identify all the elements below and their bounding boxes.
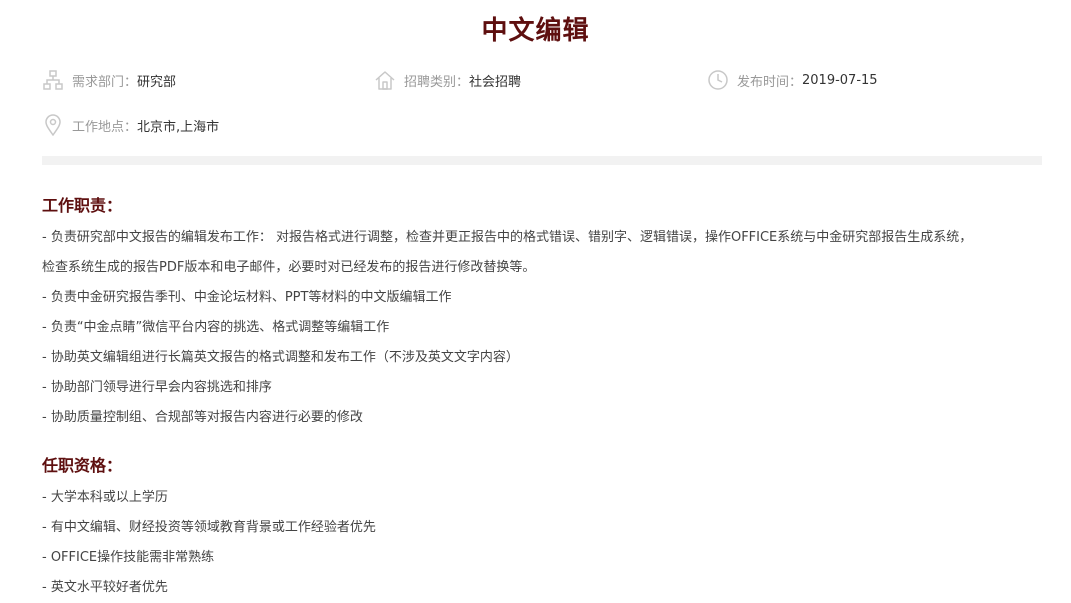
house-icon (375, 71, 395, 90)
duty-item: - 协助质量控制组、合规部等对报告内容进行必要的修改 (42, 410, 363, 425)
requirement-item: - 英文水平较好者优先 (42, 580, 168, 595)
department-value: 研究部 (137, 74, 177, 90)
department-label: 需求部门： (72, 74, 138, 90)
duty-item: - 协助英文编辑组进行长篇英文报告的格式调整和发布工作（不涉及英文文字内容） (42, 350, 519, 365)
duty-item: 检查系统生成的报告PDF版本和电子邮件，必要时对已经发布的报告进行修改替换等。 (42, 260, 536, 275)
requirement-item: - OFFICE操作技能需非常熟练 (42, 550, 215, 565)
category-value: 社会招聘 (469, 74, 522, 90)
location-pin-icon (45, 114, 61, 136)
job-title: 中文编辑 (481, 16, 590, 46)
date-value: 2019-07-15 (802, 72, 878, 88)
requirement-item: - 有中文编辑、财经投资等领域教育背景或工作经验者优先 (42, 520, 376, 535)
duty-item: - 协助部门领导进行早会内容挑选和排序 (42, 380, 272, 395)
duty-item: - 负责研究部中文报告的编辑发布工作： 对报告格式进行调整，检查并更正报告中的格… (42, 230, 973, 245)
section-divider (42, 156, 1042, 165)
duty-item: - 负责中金研究报告季刊、中金论坛材料、PPT等材料的中文版编辑工作 (42, 290, 452, 305)
requirement-item: - 大学本科或以上学历 (42, 490, 168, 505)
meta-location: 工作地点： 北京市,上海市 (42, 113, 219, 137)
location-label: 工作地点： (72, 119, 138, 135)
date-label: 发布时间： (737, 74, 803, 90)
requirements-heading: 任职资格： (42, 456, 123, 475)
duties-heading: 工作职责： (42, 196, 123, 215)
meta-department: 需求部门： 研究部 (42, 68, 176, 92)
location-value: 北京市,上海市 (137, 119, 220, 135)
meta-category: 招聘类别： 社会招聘 (374, 68, 521, 92)
clock-icon (708, 70, 728, 90)
duty-item: - 负责“中金点睛”微信平台内容的挑选、格式调整等编辑工作 (42, 320, 390, 335)
category-label: 招聘类别： (404, 74, 470, 90)
meta-date: 发布时间： 2019-07-15 (707, 68, 878, 92)
org-chart-icon (43, 70, 63, 90)
